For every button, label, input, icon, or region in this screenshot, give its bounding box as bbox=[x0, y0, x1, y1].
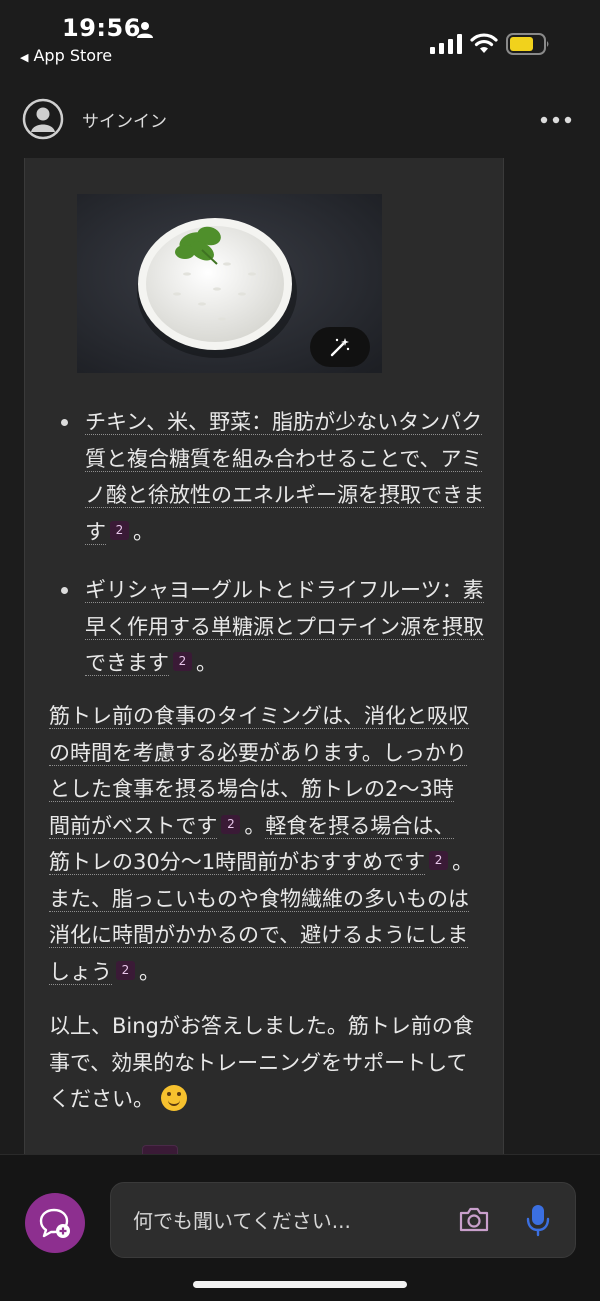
person-icon bbox=[137, 22, 153, 38]
home-indicator[interactable] bbox=[193, 1281, 407, 1288]
back-to-app-store-link[interactable]: ◀ App Store bbox=[20, 46, 112, 65]
list-item: チキン、米、野菜：脂肪が少ないタンパク質と複合糖質を組み合わせることで、アミノ酸… bbox=[61, 404, 487, 550]
timing-paragraph: 筋トレ前の食事のタイミングは、消化と吸収の時間を考慮する必要があります。しっかり… bbox=[49, 698, 474, 990]
list-item: ギリシャヨーグルトとドライフルーツ：素早く作用する単糖源とプロテイン源を摂取でき… bbox=[61, 572, 487, 682]
citation-badge[interactable]: 2 bbox=[221, 814, 241, 834]
signal-icon bbox=[430, 34, 462, 54]
rice-bowl-image[interactable] bbox=[77, 194, 382, 373]
sentence-tail: 。 bbox=[244, 813, 266, 838]
citation-badge[interactable]: 2 bbox=[110, 520, 129, 540]
magic-wand-icon bbox=[330, 338, 350, 357]
chat-response-card: チキン、米、野菜：脂肪が少ないタンパク質と複合糖質を組み合わせることで、アミノ酸… bbox=[24, 158, 504, 1159]
back-triangle-icon: ◀ bbox=[20, 51, 29, 64]
citation-badge[interactable]: 2 bbox=[116, 960, 135, 980]
new-chat-button[interactable] bbox=[25, 1193, 85, 1253]
sentence-text: また、脂っこいものや食物繊維の多いものは消化に時間がかかるので、避けるようにしま… bbox=[49, 886, 469, 985]
sentence-tail: 。 bbox=[452, 850, 474, 874]
app-header: サインイン bbox=[0, 88, 600, 150]
wifi-icon bbox=[470, 33, 498, 53]
back-app-label: App Store bbox=[33, 46, 113, 65]
image-enhance-button[interactable] bbox=[310, 327, 370, 367]
chat-input[interactable] bbox=[131, 1183, 435, 1259]
avatar-icon[interactable] bbox=[22, 98, 64, 140]
citation-badge[interactable]: 2 bbox=[429, 851, 449, 870]
status-bar: 19:56 ◀ App Store bbox=[0, 0, 600, 78]
more-icon[interactable] bbox=[540, 116, 572, 124]
list-item-tail: 。 bbox=[196, 651, 217, 675]
mic-icon[interactable] bbox=[526, 1203, 550, 1237]
chat-input-box[interactable] bbox=[110, 1182, 576, 1259]
camera-icon[interactable] bbox=[458, 1205, 490, 1233]
new-chat-icon bbox=[39, 1208, 70, 1238]
sentence-tail: 。 bbox=[139, 959, 160, 984]
signin-link[interactable]: サインイン bbox=[82, 107, 167, 132]
food-suggestion-list: チキン、米、野菜：脂肪が少ないタンパク質と複合糖質を組み合わせることで、アミノ酸… bbox=[61, 404, 487, 682]
smiling-face-emoji-icon bbox=[160, 1085, 187, 1111]
clock-time: 19:56 bbox=[62, 14, 141, 42]
closing-text: 以上、Bingがお答えしました。筋トレ前の食事で、効果的なトレーニングをサポート… bbox=[49, 1014, 474, 1111]
citation-badge[interactable]: 2 bbox=[173, 652, 192, 671]
closing-paragraph: 以上、Bingがお答えしました。筋トレ前の食事で、効果的なトレーニングをサポート… bbox=[49, 1008, 474, 1118]
battery-icon bbox=[506, 33, 549, 55]
list-item-text: ギリシャヨーグルトとドライフルーツ：素早く作用する単糖源とプロテイン源を摂取でき… bbox=[85, 578, 484, 676]
bottom-input-bar bbox=[0, 1154, 600, 1301]
list-item-tail: 。 bbox=[133, 519, 154, 544]
